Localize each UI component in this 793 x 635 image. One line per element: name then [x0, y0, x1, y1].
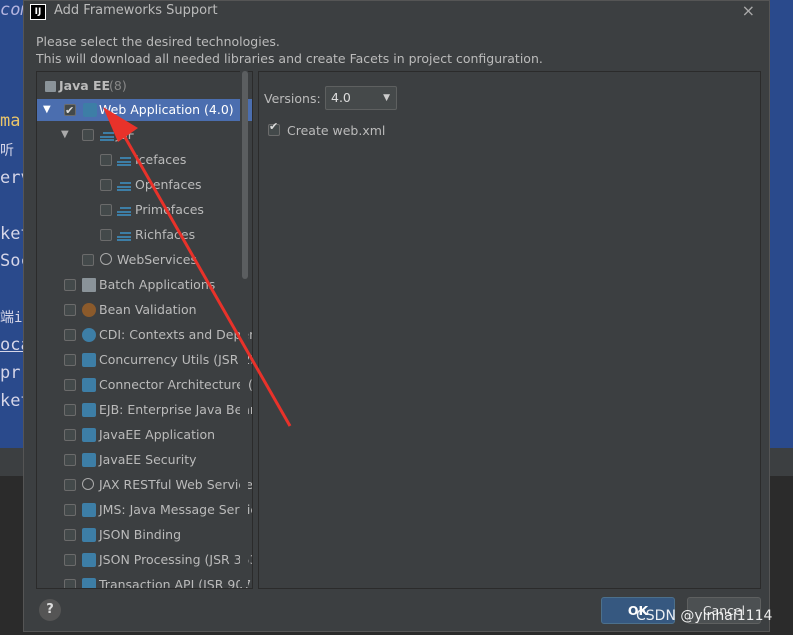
csdn-watermark: CSDN @yinhai1114 [636, 608, 773, 624]
annotation-arrow-head [103, 107, 138, 142]
annotation-arrow [103, 107, 292, 427]
annotation-arrow-shaft [120, 131, 292, 427]
